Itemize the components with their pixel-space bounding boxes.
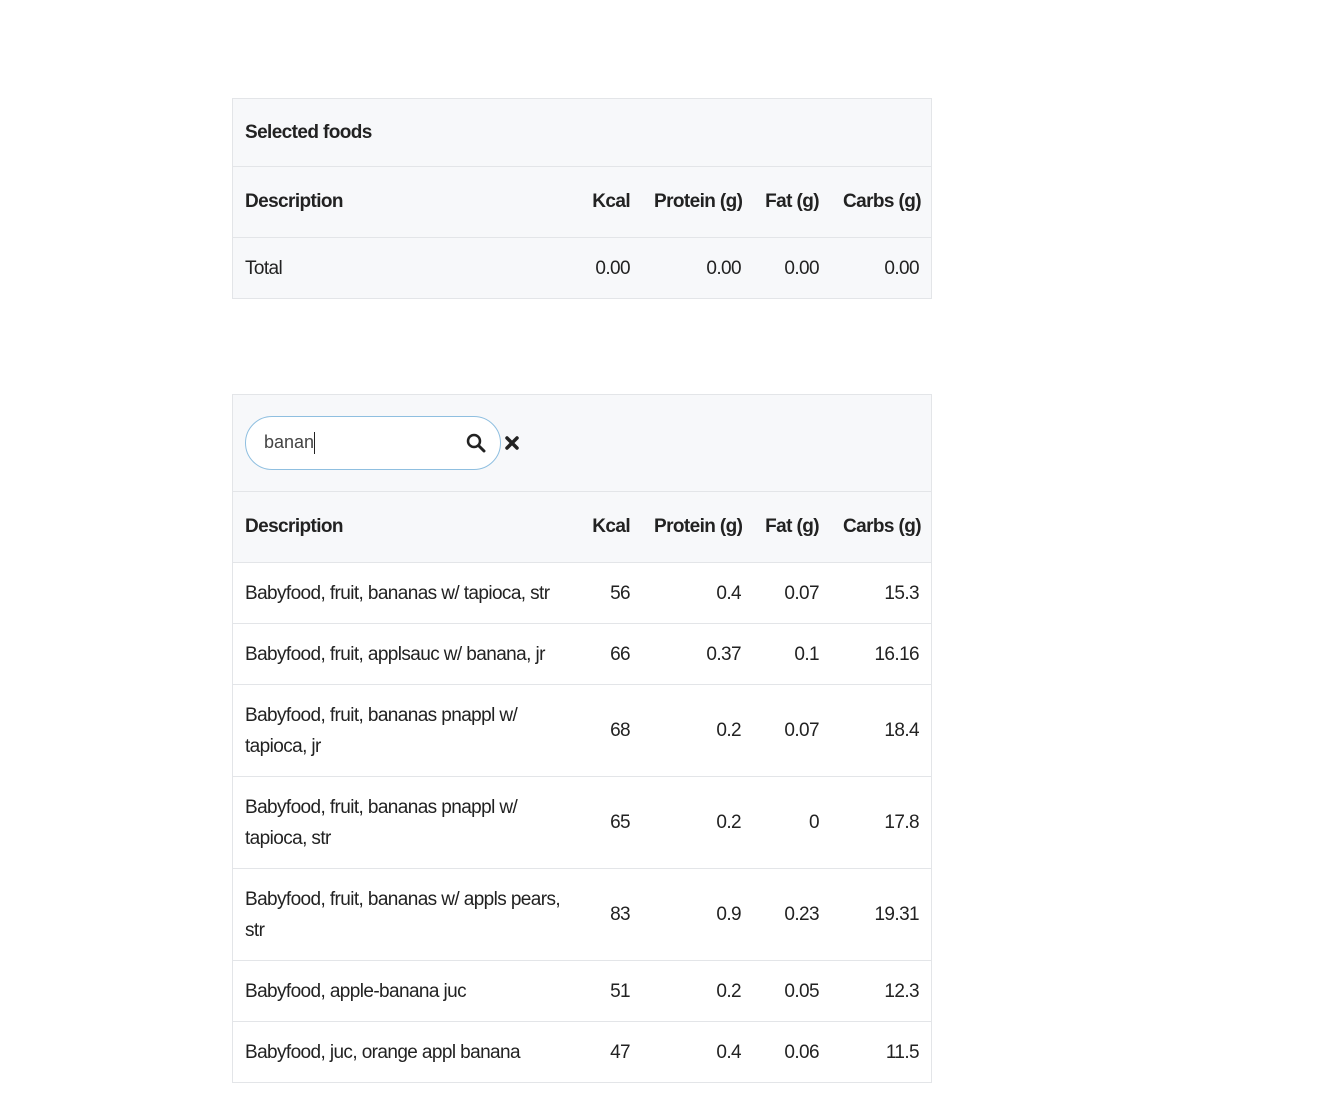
search-icon[interactable] bbox=[466, 433, 486, 453]
col-carbs[interactable]: Carbs (g) bbox=[831, 167, 931, 238]
table-row[interactable]: Babyfood, fruit, bananas w/ tapioca, str… bbox=[233, 562, 931, 624]
cell-fat: 0 bbox=[753, 776, 831, 869]
col-protein[interactable]: Protein (g) bbox=[642, 492, 753, 563]
cell-desc: Babyfood, juc, orange appl banana bbox=[233, 1021, 580, 1083]
cell-carbs: 15.3 bbox=[831, 562, 931, 624]
cell-kcal: 83 bbox=[580, 868, 642, 961]
cell-desc: Babyfood, apple-banana juc bbox=[233, 960, 580, 1022]
total-kcal: 0.00 bbox=[580, 237, 642, 298]
col-kcal[interactable]: Kcal bbox=[580, 167, 642, 238]
selected-foods-header: Selected foods bbox=[233, 99, 931, 167]
cell-desc: Babyfood, fruit, bananas pnappl w/ tapio… bbox=[233, 684, 580, 777]
cell-kcal: 51 bbox=[580, 960, 642, 1022]
cell-carbs: 19.31 bbox=[831, 868, 931, 961]
selected-foods-panel: Selected foods Description Kcal Protein … bbox=[232, 98, 932, 299]
table-row[interactable]: Babyfood, fruit, bananas pnappl w/ tapio… bbox=[233, 776, 931, 869]
cell-fat: 0.06 bbox=[753, 1021, 831, 1083]
total-protein: 0.00 bbox=[642, 237, 753, 298]
search-header: banan bbox=[233, 395, 931, 492]
col-description[interactable]: Description bbox=[233, 492, 580, 563]
table-row[interactable]: Babyfood, apple-banana juc 51 0.2 0.05 12.3 bbox=[233, 960, 931, 1022]
table-row[interactable]: Babyfood, juc, orange appl banana 47 0.4 0.… bbox=[233, 1021, 931, 1083]
col-kcal[interactable]: Kcal bbox=[580, 492, 642, 563]
col-protein[interactable]: Protein (g) bbox=[642, 167, 753, 238]
cell-protein: 0.37 bbox=[642, 623, 753, 685]
table-row[interactable]: Babyfood, fruit, bananas pnappl w/ tapio… bbox=[233, 684, 931, 777]
cell-kcal: 66 bbox=[580, 623, 642, 685]
cell-desc: Babyfood, fruit, applsauc w/ banana, jr bbox=[233, 623, 580, 685]
cell-desc: Babyfood, fruit, bananas w/ appls pears,… bbox=[233, 868, 580, 961]
total-label: Total bbox=[233, 237, 580, 298]
table-row[interactable]: Babyfood, fruit, bananas w/ appls pears,… bbox=[233, 868, 931, 961]
col-fat[interactable]: Fat (g) bbox=[753, 492, 831, 563]
text-caret bbox=[314, 432, 316, 455]
total-row: Total 0.00 0.00 0.00 0.00 bbox=[233, 237, 931, 298]
search-results-table: Description Kcal Protein (g) Fat (g) Car… bbox=[233, 492, 931, 1083]
total-fat: 0.00 bbox=[753, 237, 831, 298]
col-carbs[interactable]: Carbs (g) bbox=[831, 492, 931, 563]
cell-protein: 0.9 bbox=[642, 868, 753, 961]
col-description[interactable]: Description bbox=[233, 167, 580, 238]
cell-carbs: 17.8 bbox=[831, 776, 931, 869]
cell-fat: 0.1 bbox=[753, 623, 831, 685]
search-bar: banan bbox=[245, 416, 519, 470]
cell-desc: Babyfood, fruit, bananas w/ tapioca, str bbox=[233, 562, 580, 624]
food-search-panel: banan Description Kcal Protein (g) Fat (… bbox=[232, 394, 932, 1083]
search-input-value[interactable]: banan bbox=[264, 432, 314, 452]
table-row[interactable]: Babyfood, fruit, applsauc w/ banana, jr 6… bbox=[233, 623, 931, 685]
cell-protein: 0.4 bbox=[642, 562, 753, 624]
cell-kcal: 56 bbox=[580, 562, 642, 624]
table-header-row: Description Kcal Protein (g) Fat (g) Car… bbox=[233, 492, 931, 563]
col-fat[interactable]: Fat (g) bbox=[753, 167, 831, 238]
cell-carbs: 18.4 bbox=[831, 684, 931, 777]
cell-fat: 0.05 bbox=[753, 960, 831, 1022]
search-input[interactable]: banan bbox=[245, 416, 501, 470]
clear-search-icon[interactable] bbox=[505, 436, 519, 450]
cell-carbs: 16.16 bbox=[831, 623, 931, 685]
cell-kcal: 68 bbox=[580, 684, 642, 777]
table-header-row: Description Kcal Protein (g) Fat (g) Car… bbox=[233, 167, 931, 238]
cell-fat: 0.07 bbox=[753, 684, 831, 777]
cell-protein: 0.2 bbox=[642, 684, 753, 777]
cell-kcal: 65 bbox=[580, 776, 642, 869]
cell-kcal: 47 bbox=[580, 1021, 642, 1083]
cell-desc: Babyfood, fruit, bananas pnappl w/ tapio… bbox=[233, 776, 580, 869]
cell-protein: 0.2 bbox=[642, 960, 753, 1022]
cell-carbs: 11.5 bbox=[831, 1021, 931, 1083]
cell-protein: 0.4 bbox=[642, 1021, 753, 1083]
panel-title: Selected foods bbox=[245, 121, 372, 143]
total-carbs: 0.00 bbox=[831, 237, 931, 298]
cell-fat: 0.07 bbox=[753, 562, 831, 624]
cell-carbs: 12.3 bbox=[831, 960, 931, 1022]
cell-protein: 0.2 bbox=[642, 776, 753, 869]
selected-foods-table: Description Kcal Protein (g) Fat (g) Car… bbox=[233, 167, 931, 298]
cell-fat: 0.23 bbox=[753, 868, 831, 961]
